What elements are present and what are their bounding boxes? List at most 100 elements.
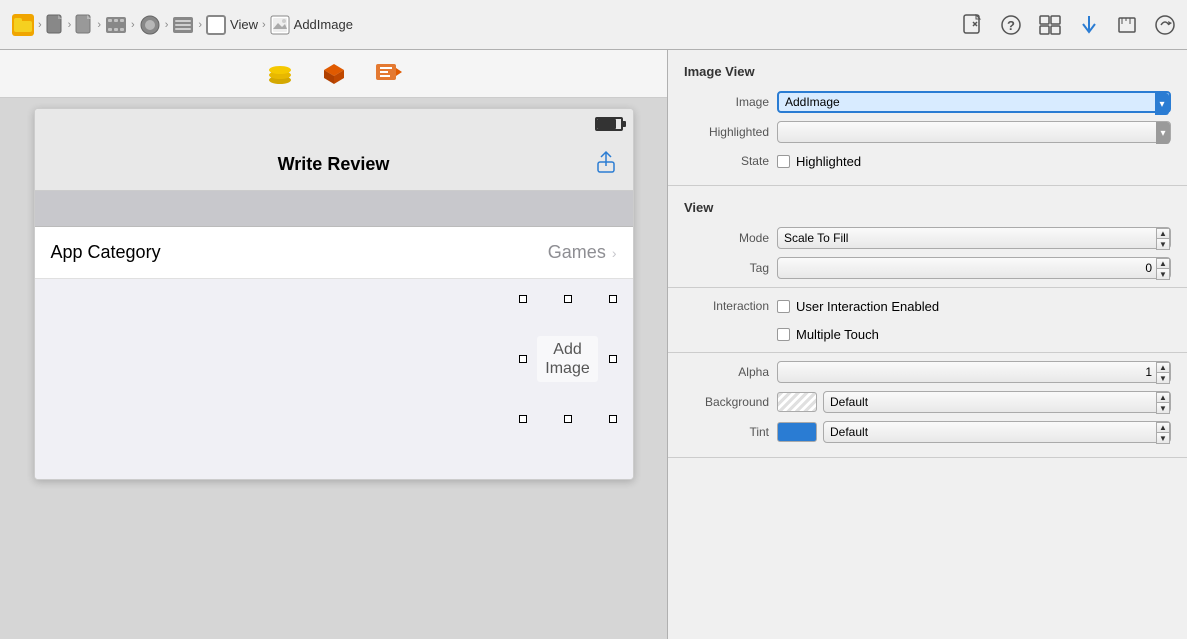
breadcrumb-chevron: › <box>97 19 101 31</box>
add-image-widget[interactable]: Add Image <box>523 299 613 419</box>
handle-mr[interactable] <box>609 355 617 363</box>
breadcrumb-item-doc[interactable] <box>46 14 64 36</box>
tint-dropdown[interactable]: Default ▲ ▼ <box>823 421 1171 443</box>
alpha-stepper-up[interactable]: ▲ <box>1156 362 1170 373</box>
main-content: Write Review App Category Gam <box>0 50 1187 639</box>
breadcrumb-item-list[interactable] <box>172 16 194 34</box>
background-color-swatch[interactable] <box>777 392 817 412</box>
phone-status-bar <box>35 109 633 139</box>
circle-arrow-icon[interactable] <box>1155 15 1175 35</box>
handle-ml[interactable] <box>519 355 527 363</box>
mode-control: Scale To Fill ▲ ▼ <box>777 227 1171 249</box>
cube-tool[interactable] <box>319 59 349 89</box>
bg-stepper-up[interactable]: ▲ <box>1156 392 1170 403</box>
handle-tl[interactable] <box>519 295 527 303</box>
image-dropdown-arrow[interactable]: ▾ <box>1155 93 1169 115</box>
tint-stepper-up[interactable]: ▲ <box>1156 422 1170 433</box>
mode-label: Mode <box>684 231 769 245</box>
exit-tool[interactable] <box>373 59 403 89</box>
bg-stepper-down[interactable]: ▼ <box>1156 403 1170 414</box>
tag-stepper-up[interactable]: ▲ <box>1156 258 1170 269</box>
interaction-checkbox-row-2: Multiple Touch <box>777 327 879 342</box>
breadcrumb-item-folder[interactable] <box>12 14 34 36</box>
help-icon[interactable]: ? <box>1001 15 1021 35</box>
doc2-icon <box>75 14 93 36</box>
mode-value: Scale To Fill <box>784 231 1152 245</box>
breadcrumb-item-circle[interactable] <box>139 14 161 36</box>
breadcrumb-item-image[interactable] <box>270 15 290 35</box>
square-icon <box>206 15 226 35</box>
inspector-panel: Image View Image AddImage ▾ Highlighted <box>668 50 1187 639</box>
state-checkbox-label: Highlighted <box>796 154 861 169</box>
phone-simulator: Write Review App Category Gam <box>0 98 667 639</box>
tag-field[interactable]: 0 ▲ ▼ <box>777 257 1171 279</box>
alpha-label: Alpha <box>684 365 769 379</box>
view-title: View <box>668 196 1187 223</box>
mode-row: Mode Scale To Fill ▲ ▼ <box>668 223 1187 253</box>
alpha-row: Alpha 1 ▲ ▼ <box>668 357 1187 387</box>
tint-stepper-down[interactable]: ▼ <box>1156 433 1170 444</box>
breadcrumb-chevron: › <box>165 19 169 31</box>
handle-bl[interactable] <box>519 415 527 423</box>
tag-stepper-down[interactable]: ▼ <box>1156 269 1170 280</box>
background-dropdown[interactable]: Default ▲ ▼ <box>823 391 1171 413</box>
interaction-control-2: Multiple Touch <box>777 327 1171 342</box>
multiple-touch-checkbox[interactable] <box>777 328 790 341</box>
tint-color-swatch[interactable] <box>777 422 817 442</box>
handle-br[interactable] <box>609 415 617 423</box>
interaction-checkbox-row-1: User Interaction Enabled <box>777 299 939 314</box>
background-row: Background Default ▲ ▼ <box>668 387 1187 417</box>
state-checkbox-row: Highlighted <box>777 154 861 169</box>
phone-share-icon <box>595 150 617 179</box>
handle-bm[interactable] <box>564 415 572 423</box>
highlighted-control: ▾ <box>777 121 1171 143</box>
tint-row: Tint Default ▲ ▼ <box>668 417 1187 447</box>
highlighted-dropdown-arrow[interactable]: ▾ <box>1156 122 1170 144</box>
tint-control: Default ▲ ▼ <box>777 421 1171 443</box>
handle-tm[interactable] <box>564 295 572 303</box>
phone-nav-title: Write Review <box>278 154 390 175</box>
interaction-label: Interaction <box>684 299 769 313</box>
breadcrumb-item-filmstrip[interactable] <box>105 16 127 34</box>
new-doc-icon[interactable] <box>963 14 983 36</box>
mode-dropdown[interactable]: Scale To Fill ▲ ▼ <box>777 227 1171 249</box>
breadcrumb-item-doc2[interactable] <box>75 14 93 36</box>
interaction-control-1: User Interaction Enabled <box>777 299 1171 314</box>
alpha-stepper-down[interactable]: ▼ <box>1156 373 1170 384</box>
circle-stack-tool[interactable] <box>265 59 295 89</box>
handle-tr[interactable] <box>609 295 617 303</box>
circle-icon <box>139 14 161 36</box>
phone-content-area: Add Image <box>35 279 633 479</box>
highlighted-dropdown[interactable]: ▾ <box>777 121 1171 143</box>
arrow-down-icon[interactable] <box>1079 14 1099 36</box>
canvas-toolbar <box>0 50 667 98</box>
grid-icon[interactable] <box>1039 15 1061 35</box>
state-checkbox[interactable] <box>777 155 790 168</box>
breadcrumb-chevron: › <box>262 19 266 31</box>
image-dropdown[interactable]: AddImage ▾ <box>777 91 1171 113</box>
background-value: Default <box>830 395 1152 409</box>
state-row: State Highlighted <box>668 147 1187 175</box>
mode-stepper-down[interactable]: ▼ <box>1156 239 1170 250</box>
tag-control: 0 ▲ ▼ <box>777 257 1171 279</box>
list-icon <box>172 16 194 34</box>
user-interaction-checkbox[interactable] <box>777 300 790 313</box>
breadcrumb-item-square[interactable] <box>206 15 226 35</box>
image-view-title: Image View <box>668 60 1187 87</box>
phone-list-chevron: › <box>612 245 617 261</box>
breadcrumb: › › › › <box>12 14 963 36</box>
image-view-section: Image View Image AddImage ▾ Highlighted <box>668 50 1187 186</box>
phone-list-label: App Category <box>51 242 161 263</box>
breadcrumb-view-label: View <box>230 17 258 32</box>
battery-icon <box>595 117 623 131</box>
highlighted-label: Highlighted <box>684 125 769 139</box>
interaction-row-1: Interaction User Interaction Enabled <box>668 292 1187 320</box>
alpha-field[interactable]: 1 ▲ ▼ <box>777 361 1171 383</box>
ruler-icon[interactable] <box>1117 14 1137 36</box>
phone-list-row[interactable]: App Category Games › <box>35 227 633 279</box>
mode-stepper-up[interactable]: ▲ <box>1156 228 1170 239</box>
background-label: Background <box>684 395 769 409</box>
tag-row: Tag 0 ▲ ▼ <box>668 253 1187 283</box>
highlighted-row: Highlighted ▾ <box>668 117 1187 147</box>
phone-list-value: Games <box>548 242 606 263</box>
